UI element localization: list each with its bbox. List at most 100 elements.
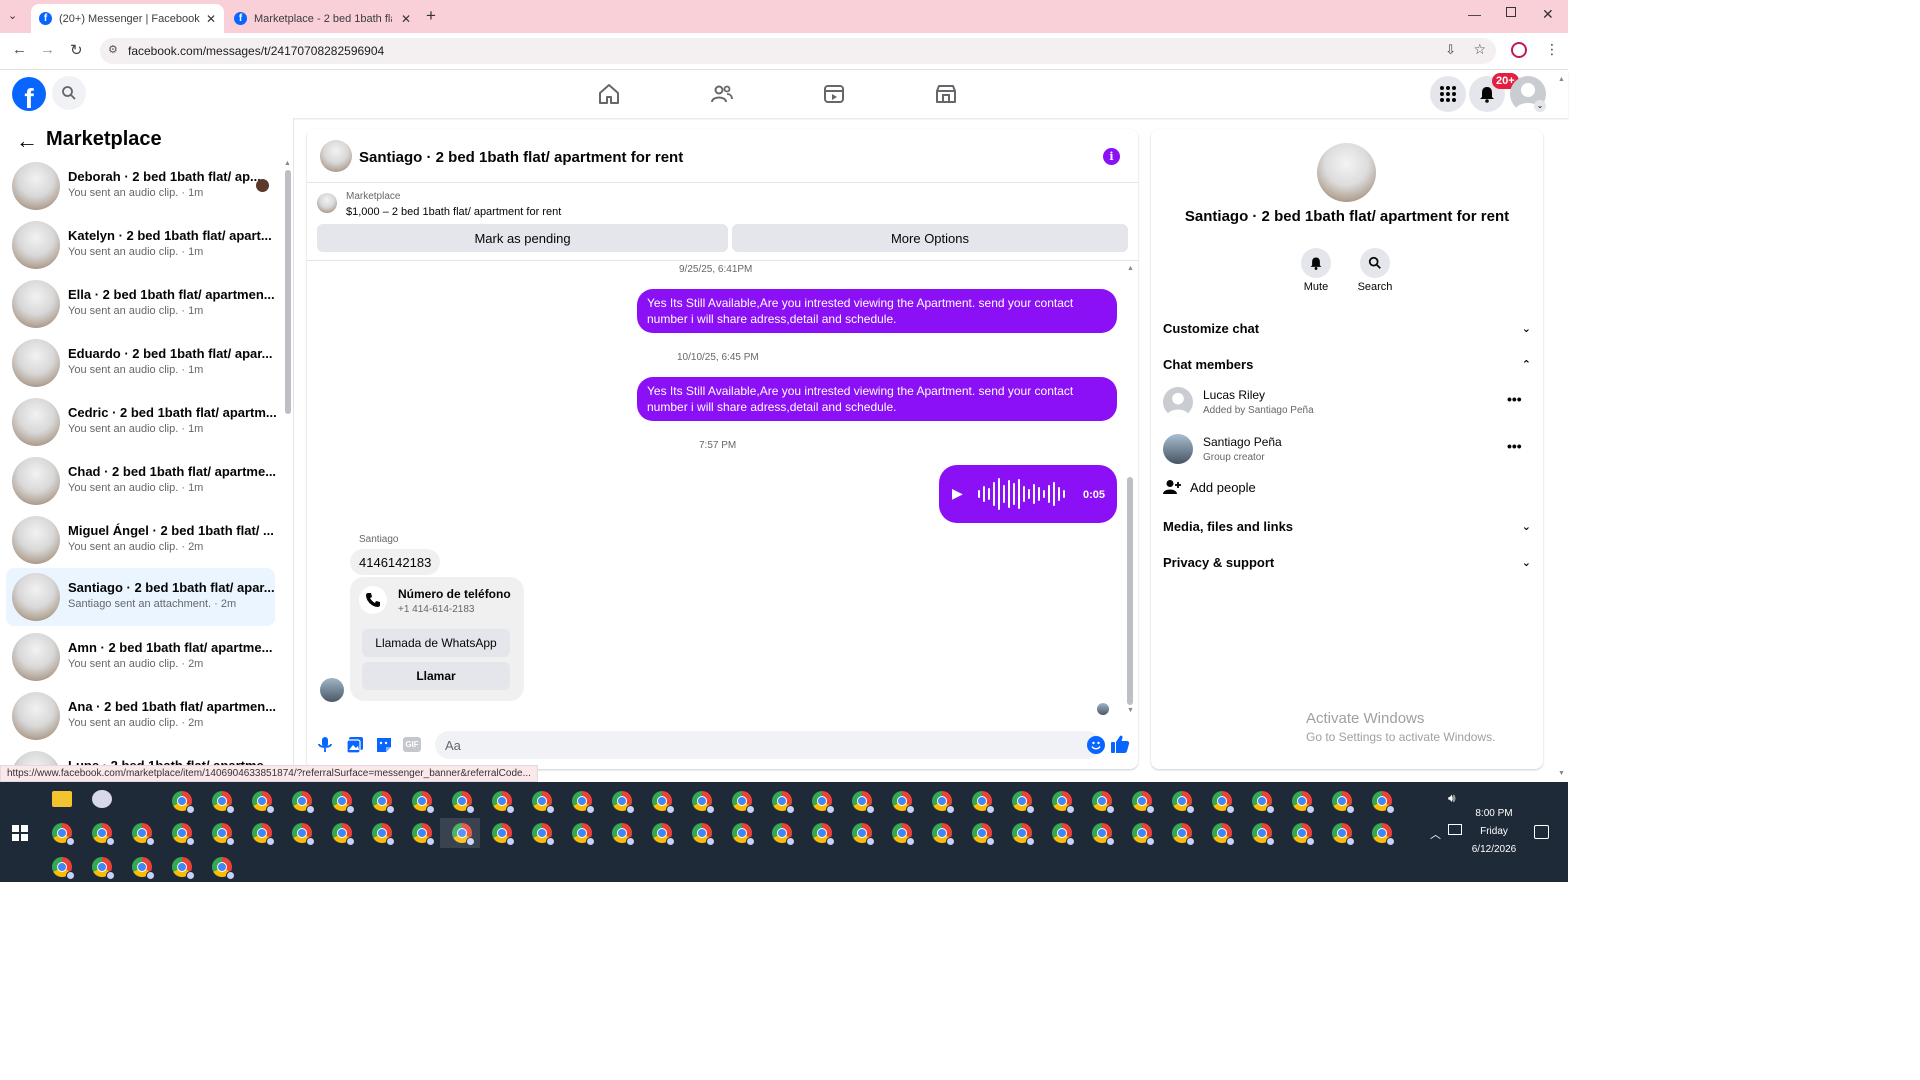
- chrome-icon[interactable]: [292, 791, 315, 814]
- scroll-up-arrow-icon[interactable]: ▲: [1127, 265, 1134, 272]
- tab-messenger[interactable]: f (20+) Messenger | Facebook ✕: [31, 4, 224, 33]
- play-icon[interactable]: ▶: [952, 485, 963, 501]
- chrome-icon[interactable]: [812, 823, 835, 846]
- chrome-icon[interactable]: [1252, 791, 1275, 814]
- listing-price[interactable]: $1,000 – 2 bed 1bath flat/ apartment for…: [346, 206, 561, 218]
- chrome-icon[interactable]: [172, 823, 195, 846]
- message-bubble-sent[interactable]: Yes Its Still Available,Are you intreste…: [637, 377, 1117, 421]
- restore-icon[interactable]: [1506, 7, 1516, 17]
- chat-list-scrollbar[interactable]: [285, 170, 291, 414]
- chat-avatar[interactable]: [320, 140, 352, 172]
- chrome-icon[interactable]: [652, 823, 675, 846]
- conversation-item[interactable]: Eduardo · 2 bed 1bath flat/ apar... You s…: [6, 334, 275, 392]
- chrome-icon[interactable]: [1332, 791, 1355, 814]
- chrome-icon[interactable]: [612, 823, 635, 846]
- chrome-icon[interactable]: [1372, 823, 1395, 846]
- conversation-item[interactable]: Ella · 2 bed 1bath flat/ apartmen... You …: [6, 275, 275, 333]
- chrome-icon[interactable]: [212, 823, 235, 846]
- chrome-icon[interactable]: [972, 823, 995, 846]
- chrome-icon[interactable]: [252, 791, 275, 814]
- chrome-icon[interactable]: [1332, 823, 1355, 846]
- chrome-icon[interactable]: [492, 823, 515, 846]
- app-icon[interactable]: [92, 790, 112, 808]
- chat-scrollbar[interactable]: [1127, 477, 1133, 705]
- chrome-icon[interactable]: [932, 823, 955, 846]
- close-window-icon[interactable]: ✕: [1542, 6, 1554, 23]
- network-icon[interactable]: [1448, 824, 1462, 835]
- chrome-icon[interactable]: [1012, 823, 1035, 846]
- scroll-up-arrow-icon[interactable]: ▲: [284, 160, 291, 167]
- more-options-button[interactable]: More Options: [732, 224, 1128, 252]
- chrome-icon[interactable]: [52, 823, 75, 846]
- sticker-icon[interactable]: [375, 736, 393, 754]
- minimize-icon[interactable]: —: [1468, 7, 1481, 22]
- account-chevron-icon[interactable]: ⌄: [1534, 100, 1546, 112]
- chrome-icon[interactable]: [1092, 791, 1115, 814]
- site-info-icon[interactable]: ⚙: [108, 43, 118, 56]
- conversation-item[interactable]: Deborah · 2 bed 1bath flat/ ap... You sen…: [6, 157, 275, 215]
- chrome-icon[interactable]: [612, 791, 635, 814]
- chrome-icon[interactable]: [132, 823, 155, 846]
- media-files-row[interactable]: Media, files and links ⌄: [1163, 517, 1531, 535]
- marketplace-icon[interactable]: [934, 82, 958, 106]
- bookmark-star-icon[interactable]: ☆: [1473, 41, 1486, 58]
- chrome-icon[interactable]: [892, 791, 915, 814]
- install-app-icon[interactable]: ⇩: [1445, 42, 1456, 58]
- video-icon[interactable]: [822, 82, 846, 106]
- windows-start-icon[interactable]: [12, 825, 28, 841]
- chrome-icon[interactable]: [772, 791, 795, 814]
- chrome-icon[interactable]: [892, 823, 915, 846]
- friends-icon[interactable]: [710, 82, 734, 106]
- listing-thumbnail[interactable]: [317, 193, 337, 213]
- conversation-item[interactable]: Amn · 2 bed 1bath flat/ apartme... You se…: [6, 628, 275, 686]
- chrome-icon[interactable]: [412, 823, 435, 846]
- chrome-icon[interactable]: [852, 823, 875, 846]
- page-scroll-up-icon[interactable]: ▲: [1558, 76, 1565, 83]
- profile-icon[interactable]: [1511, 42, 1527, 58]
- chrome-icon[interactable]: [332, 823, 355, 846]
- chrome-icon[interactable]: [1012, 791, 1035, 814]
- chat-title[interactable]: Santiago · 2 bed 1bath flat/ apartment f…: [359, 149, 683, 166]
- member-avatar[interactable]: [1163, 387, 1193, 417]
- chrome-icon[interactable]: [692, 791, 715, 814]
- chrome-icon[interactable]: [332, 791, 355, 814]
- scroll-down-arrow-icon[interactable]: ▼: [1127, 707, 1134, 714]
- chrome-icon[interactable]: [172, 791, 195, 814]
- chrome-icon[interactable]: [1172, 823, 1195, 846]
- chat-members-row[interactable]: Chat members ⌃: [1163, 355, 1531, 373]
- chrome-icon[interactable]: [1132, 823, 1155, 846]
- chrome-icon[interactable]: [732, 791, 755, 814]
- home-icon[interactable]: [597, 82, 621, 106]
- chrome-icon[interactable]: [1052, 823, 1075, 846]
- chrome-icon[interactable]: [452, 791, 475, 814]
- chrome-icon[interactable]: [1172, 791, 1195, 814]
- chrome-icon[interactable]: [1092, 823, 1115, 846]
- conversation-item[interactable]: Katelyn · 2 bed 1bath flat/ apart... You …: [6, 216, 275, 274]
- menu-grid-button[interactable]: [1430, 76, 1466, 112]
- conversation-item[interactable]: Chad · 2 bed 1bath flat/ apartme... You s…: [6, 452, 276, 510]
- volume-icon[interactable]: 🔊︎: [1448, 791, 1456, 806]
- file-explorer-icon[interactable]: [52, 791, 72, 807]
- chrome-icon[interactable]: [732, 823, 755, 846]
- info-icon[interactable]: i: [1103, 148, 1120, 165]
- whatsapp-call-button[interactable]: Llamada de WhatsApp: [362, 629, 510, 657]
- more-options-icon[interactable]: •••: [1507, 438, 1522, 454]
- chrome-icon[interactable]: [412, 791, 435, 814]
- like-thumb-icon[interactable]: [1110, 734, 1130, 754]
- chrome-icon[interactable]: [1372, 791, 1395, 814]
- mute-button[interactable]: [1301, 248, 1331, 278]
- tab-search-chevron-icon[interactable]: ⌄: [8, 9, 17, 22]
- clock-day[interactable]: Friday: [1462, 826, 1526, 837]
- message-bubble-sent[interactable]: Yes Its Still Available,Are you intreste…: [637, 289, 1117, 333]
- chrome-icon[interactable]: [292, 823, 315, 846]
- chrome-icon[interactable]: [1212, 823, 1235, 846]
- chrome-icon[interactable]: [492, 791, 515, 814]
- forward-arrow-icon[interactable]: →: [40, 41, 55, 58]
- message-input[interactable]: Aa: [435, 731, 1105, 759]
- new-tab-plus-icon[interactable]: +: [426, 6, 436, 26]
- chrome-icon[interactable]: [52, 857, 75, 880]
- member-avatar[interactable]: [1163, 434, 1193, 464]
- address-bar[interactable]: ⚙ facebook.com/messages/t/24170708282596…: [100, 38, 1496, 64]
- chrome-icon[interactable]: [532, 823, 555, 846]
- chrome-icon[interactable]: [212, 791, 235, 814]
